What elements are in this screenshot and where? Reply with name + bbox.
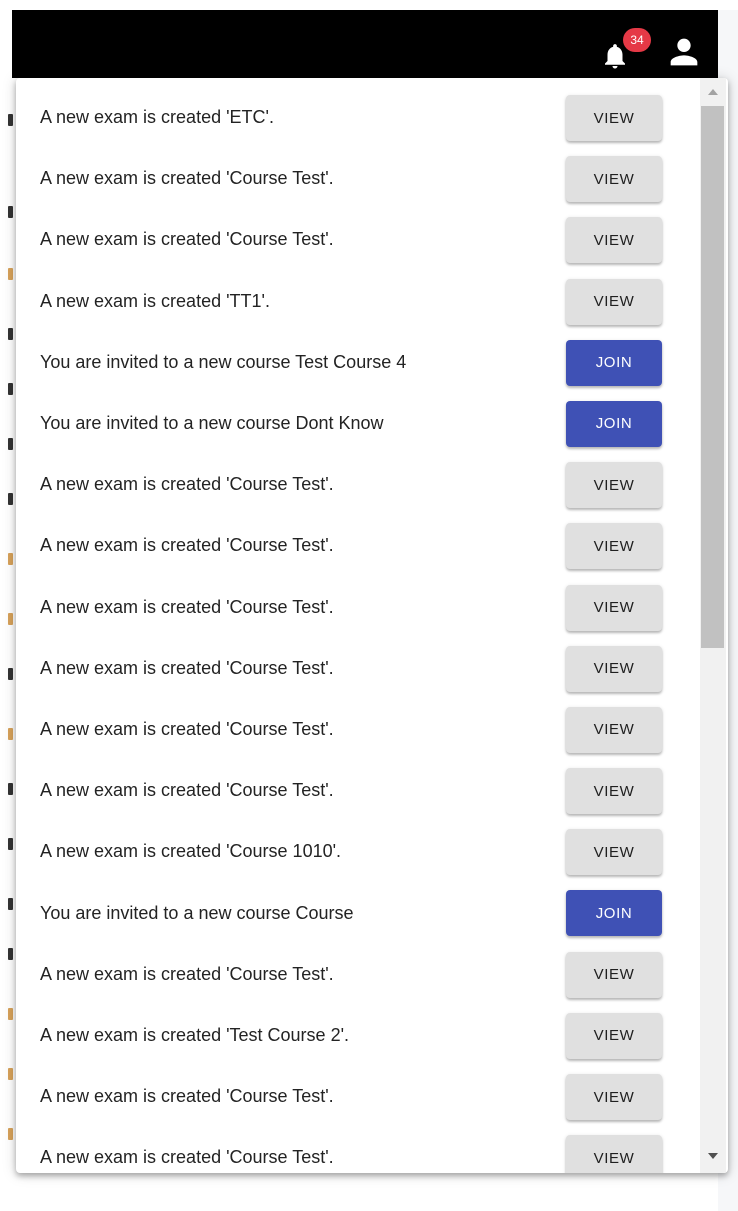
notification-item: You are invited to a new course Course JO… bbox=[16, 882, 696, 943]
scroll-down-button[interactable] bbox=[700, 1145, 726, 1167]
notification-message: A new exam is created 'Course Test'. bbox=[40, 474, 334, 495]
notification-message: A new exam is created 'Test Course 2'. bbox=[40, 1024, 350, 1045]
user-icon bbox=[670, 38, 698, 66]
app-window: 34 A new exam is created 'ETC'. VIEW A new… bbox=[0, 0, 738, 1211]
join-button[interactable]: JOIN bbox=[566, 890, 662, 937]
notification-item: A new exam is created 'Course Test'. VIEW bbox=[16, 944, 696, 1005]
notification-message: A new exam is created 'Course Test'. bbox=[40, 535, 334, 556]
notification-item: A new exam is created 'TT1'. VIEW bbox=[16, 271, 696, 332]
notification-item: You are invited to a new course Test Cou… bbox=[16, 332, 696, 393]
scrollbar-thumb[interactable] bbox=[701, 106, 724, 648]
view-button[interactable]: VIEW bbox=[566, 95, 662, 141]
notification-message: A new exam is created 'Course Test'. bbox=[40, 963, 334, 984]
view-button[interactable]: VIEW bbox=[566, 523, 662, 570]
background-page-edge bbox=[0, 78, 16, 1178]
notification-item: A new exam is created 'ETC'. VIEW bbox=[16, 87, 696, 148]
notification-item: A new exam is created 'Course Test'. VIEW bbox=[16, 1066, 696, 1127]
notification-message: A new exam is created 'Course Test'. bbox=[40, 657, 334, 678]
notification-item: A new exam is created 'Course Test'. VIEW bbox=[16, 1127, 696, 1173]
view-button[interactable]: VIEW bbox=[566, 1012, 662, 1059]
join-button[interactable]: JOIN bbox=[566, 400, 662, 447]
notification-item: A new exam is created 'Course Test'. VIEW bbox=[16, 515, 696, 576]
arrow-down-icon bbox=[708, 1153, 718, 1159]
notification-item: A new exam is created 'Course Test'. VIEW bbox=[16, 699, 696, 760]
notification-item: You are invited to a new course Dont Kno… bbox=[16, 393, 696, 454]
view-button[interactable]: VIEW bbox=[566, 584, 662, 631]
top-app-bar: 34 bbox=[12, 10, 718, 78]
view-button[interactable]: VIEW bbox=[566, 217, 662, 264]
notification-message: A new exam is created 'Course Test'. bbox=[40, 1086, 334, 1107]
notification-message: A new exam is created 'Course Test'. bbox=[40, 229, 334, 250]
view-button[interactable]: VIEW bbox=[566, 156, 662, 203]
scroll-up-button[interactable] bbox=[700, 82, 726, 104]
view-button[interactable]: VIEW bbox=[566, 645, 662, 692]
notification-count-badge: 34 bbox=[623, 28, 651, 52]
scrollbar[interactable] bbox=[700, 78, 726, 1173]
notifications-list: A new exam is created 'ETC'. VIEW A new ex… bbox=[16, 87, 696, 1173]
arrow-up-icon bbox=[708, 89, 718, 95]
view-button[interactable]: VIEW bbox=[566, 706, 662, 753]
notification-item: A new exam is created 'Course Test'. VIEW bbox=[16, 454, 696, 515]
notification-message: You are invited to a new course Course bbox=[40, 902, 354, 923]
notification-message: A new exam is created 'ETC'. bbox=[40, 107, 274, 128]
notification-message: A new exam is created 'Course Test'. bbox=[40, 780, 334, 801]
notification-item: A new exam is created 'Course Test'. VIEW bbox=[16, 577, 696, 638]
view-button[interactable]: VIEW bbox=[566, 951, 662, 998]
notification-message: A new exam is created 'Course Test'. bbox=[40, 718, 334, 739]
notification-item: A new exam is created 'Course Test'. VIEW bbox=[16, 209, 696, 270]
notification-message: You are invited to a new course Dont Kno… bbox=[40, 413, 384, 434]
notification-item: A new exam is created 'Course Test'. VIEW bbox=[16, 638, 696, 699]
view-button[interactable]: VIEW bbox=[566, 768, 662, 815]
notification-message: A new exam is created 'Course Test'. bbox=[40, 596, 334, 617]
account-button[interactable] bbox=[664, 32, 704, 72]
join-button[interactable]: JOIN bbox=[566, 339, 662, 386]
view-button[interactable]: VIEW bbox=[566, 1074, 662, 1120]
notification-message: A new exam is created 'Course Test'. bbox=[40, 168, 334, 189]
view-button[interactable]: VIEW bbox=[566, 462, 662, 509]
notification-item: A new exam is created 'Course Test'. VIEW bbox=[16, 760, 696, 821]
notification-item: A new exam is created 'Course Test'. VIEW bbox=[16, 148, 696, 209]
notifications-dropdown: A new exam is created 'ETC'. VIEW A new ex… bbox=[16, 78, 728, 1173]
notification-item: A new exam is created 'Course 1010'. VIEW bbox=[16, 821, 696, 882]
view-button[interactable]: VIEW bbox=[566, 278, 662, 325]
view-button[interactable]: VIEW bbox=[566, 829, 662, 876]
notification-message: A new exam is created 'Course Test'. bbox=[40, 1147, 334, 1168]
notification-message: You are invited to a new course Test Cou… bbox=[40, 351, 407, 372]
notification-item: A new exam is created 'Test Course 2'. VI… bbox=[16, 1005, 696, 1066]
notifications-button[interactable]: 34 bbox=[596, 28, 651, 78]
notification-message: A new exam is created 'TT1'. bbox=[40, 290, 270, 311]
notification-message: A new exam is created 'Course 1010'. bbox=[40, 841, 342, 862]
view-button[interactable]: VIEW bbox=[566, 1135, 662, 1173]
